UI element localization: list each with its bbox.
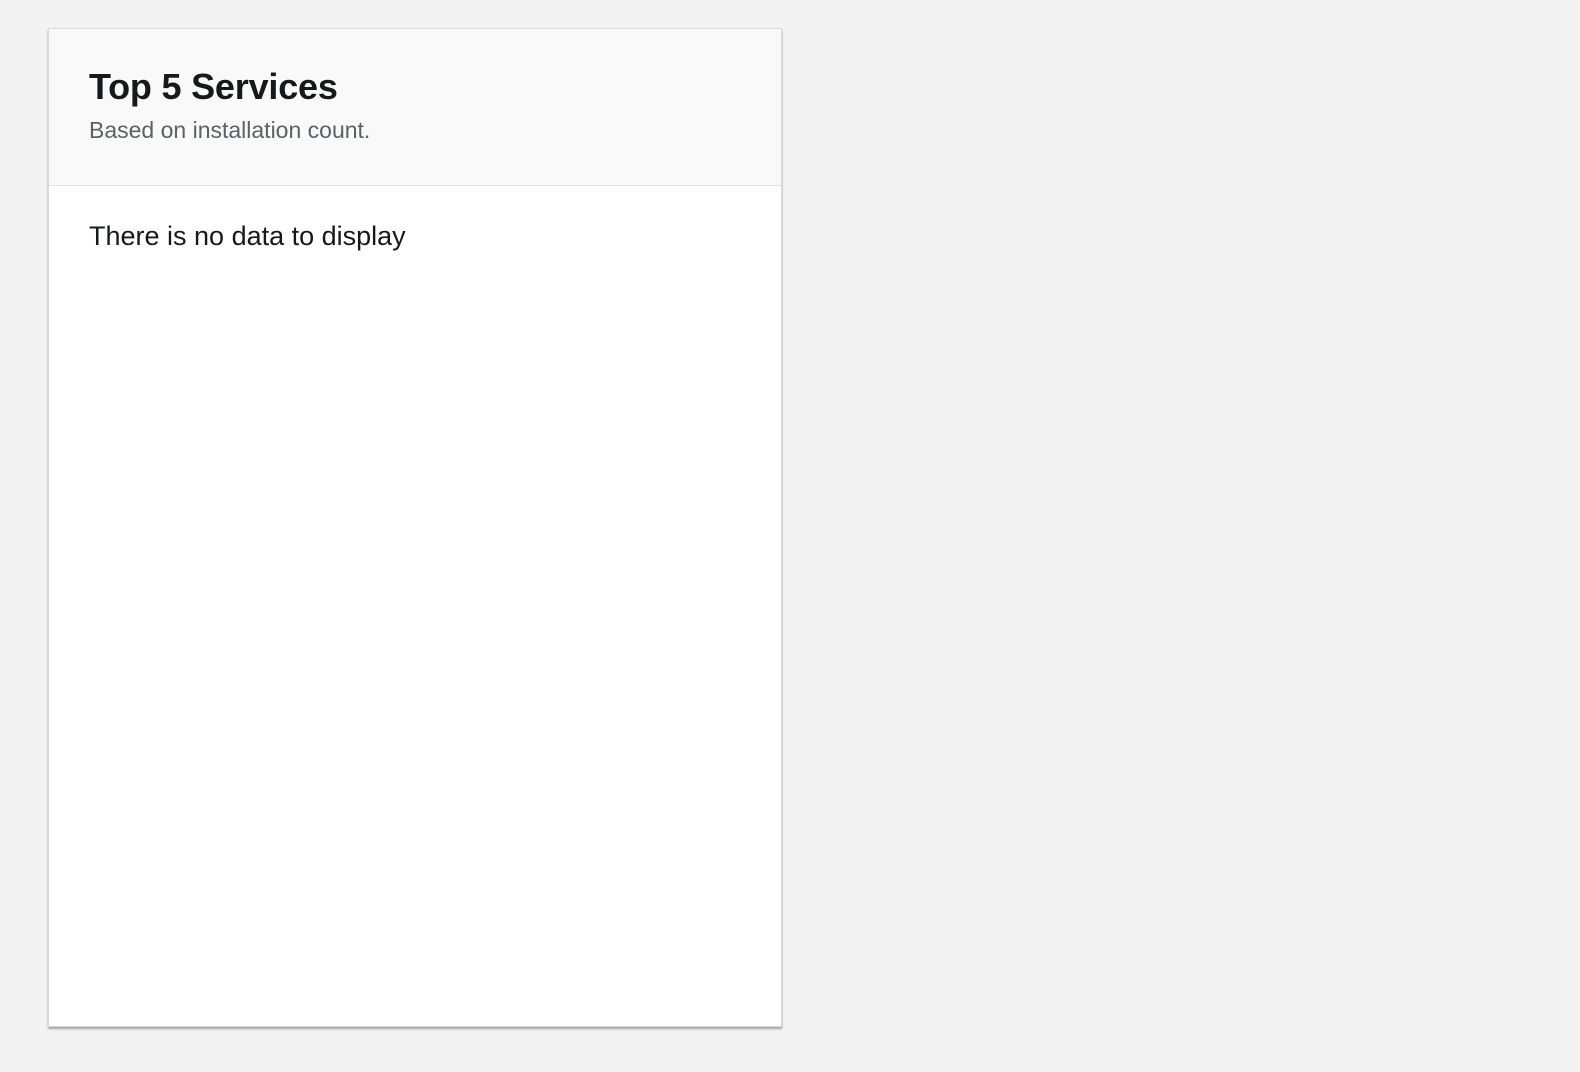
card-body: There is no data to display xyxy=(49,186,781,286)
empty-state-message: There is no data to display xyxy=(89,221,406,251)
card-subtitle: Based on installation count. xyxy=(89,117,371,143)
card-title: Top 5 Services xyxy=(89,66,338,107)
top-services-card: Top 5 Services Based on installation cou… xyxy=(48,28,782,1027)
card-header: Top 5 Services Based on installation cou… xyxy=(49,29,781,186)
